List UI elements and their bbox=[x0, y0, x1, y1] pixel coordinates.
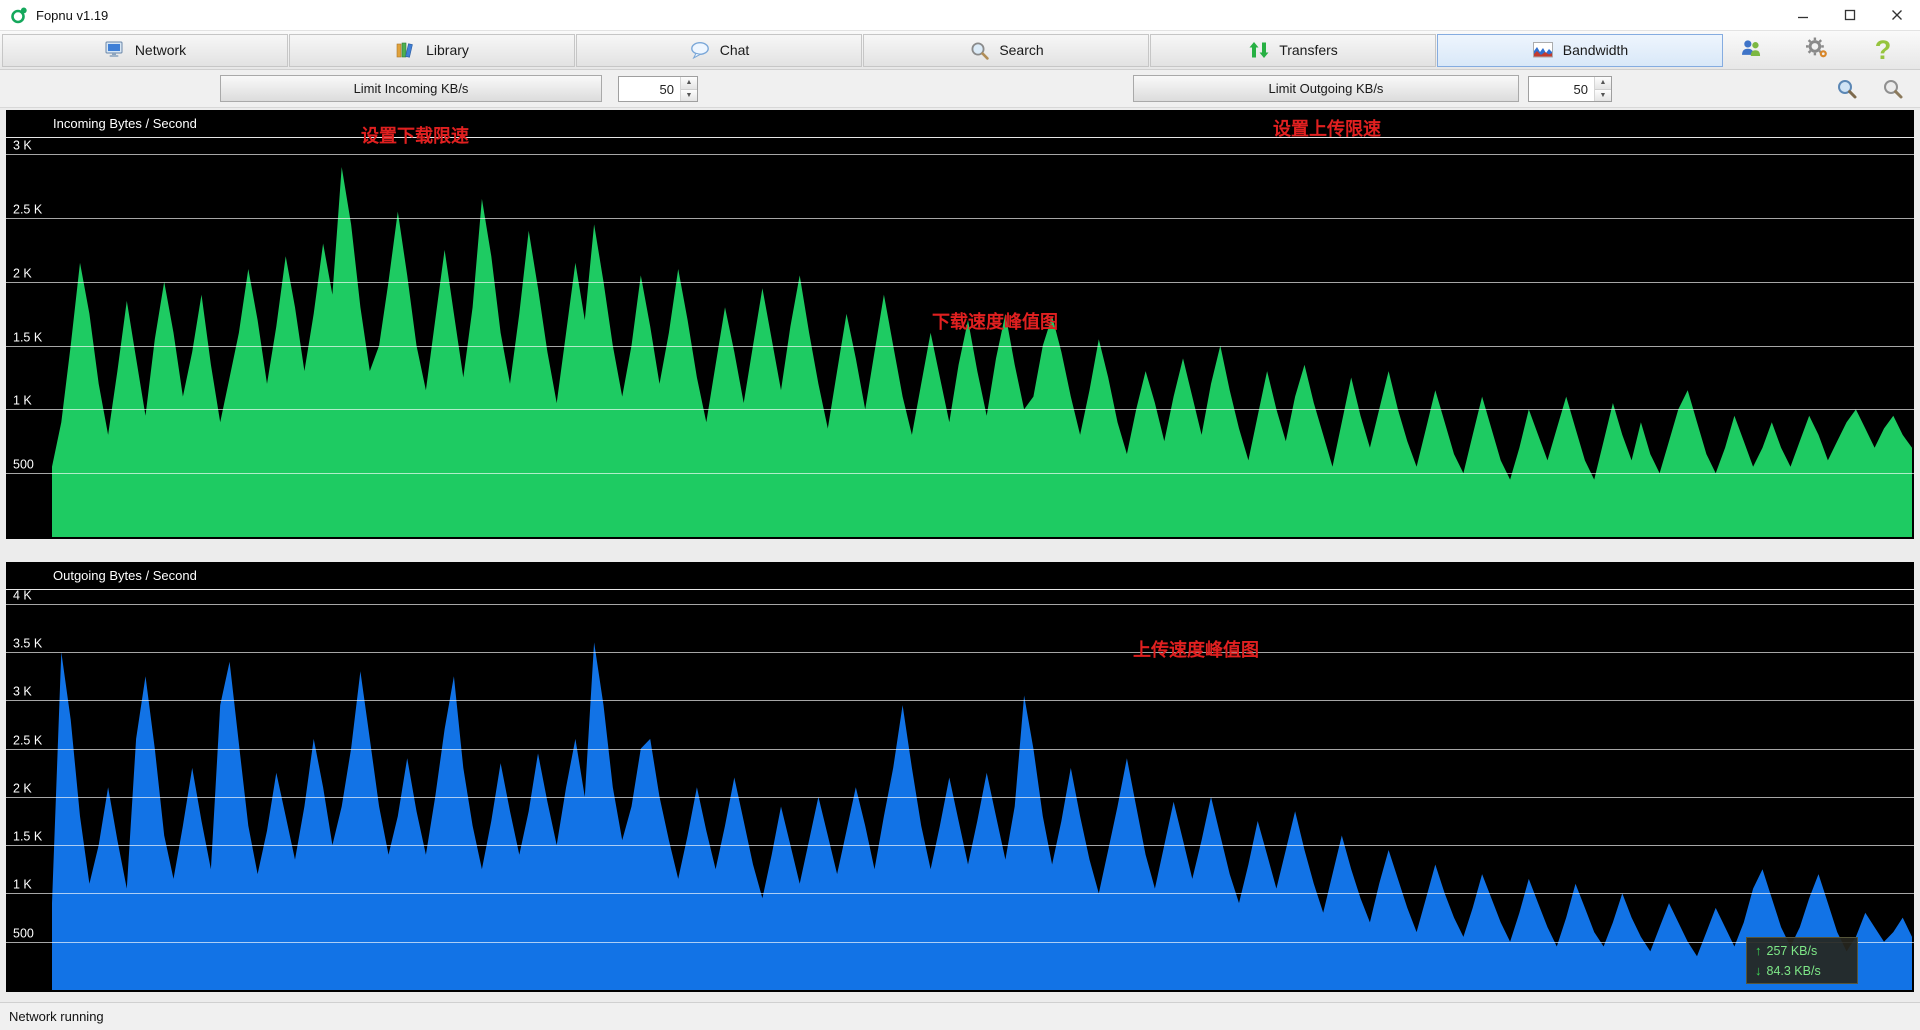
tab-chat-label: Chat bbox=[720, 42, 750, 58]
tab-bandwidth[interactable]: Bandwidth bbox=[1437, 34, 1723, 67]
tab-search[interactable]: Search bbox=[863, 34, 1149, 67]
current-rates-overlay: ↑ 257 KB/s ↓ 84.3 KB/s bbox=[1746, 937, 1858, 984]
svg-text:500: 500 bbox=[13, 927, 34, 941]
svg-text:4 K: 4 K bbox=[13, 589, 32, 603]
up-arrow-icon: ↑ bbox=[1755, 943, 1762, 958]
outgoing-limit-input[interactable] bbox=[1529, 77, 1594, 101]
upload-rate-value: 257 KB/s bbox=[1767, 944, 1818, 958]
outgoing-chart-svg: 4 K 3.5 K 3 K 2.5 K 2 K 1.5 K 1 K 500 bbox=[6, 562, 1914, 992]
status-text: Network running bbox=[9, 1009, 104, 1024]
incoming-limit-spinner: ▲ ▼ bbox=[618, 76, 698, 102]
annotation-set-upload-limit: 设置上传限速 bbox=[1273, 115, 1381, 141]
outgoing-bandwidth-chart[interactable]: Outgoing Bytes / Second 4 K 3.5 K 3 K 2.5 K… bbox=[6, 562, 1914, 992]
svg-text:2.5 K: 2.5 K bbox=[13, 203, 43, 217]
upload-rate-row: ↑ 257 KB/s bbox=[1755, 943, 1849, 958]
download-rate-value: 84.3 KB/s bbox=[1767, 964, 1821, 978]
outgoing-spin-buttons: ▲ ▼ bbox=[1594, 77, 1611, 101]
incoming-spin-down-button[interactable]: ▼ bbox=[681, 90, 697, 102]
network-icon bbox=[104, 40, 126, 60]
outgoing-spin-down-button[interactable]: ▼ bbox=[1595, 90, 1611, 102]
main-tab-bar: Network Library Chat Search bbox=[0, 31, 1920, 70]
bandwidth-icon bbox=[1532, 40, 1554, 60]
tab-transfers[interactable]: Transfers bbox=[1150, 34, 1436, 67]
svg-text:3.5 K: 3.5 K bbox=[13, 637, 43, 651]
zoom-in-button[interactable] bbox=[1832, 75, 1862, 103]
svg-text:1 K: 1 K bbox=[13, 394, 32, 408]
limit-outgoing-button[interactable]: Limit Outgoing KB/s bbox=[1133, 75, 1519, 102]
window-title: Fopnu v1.19 bbox=[36, 8, 108, 23]
svg-text:1.5 K: 1.5 K bbox=[13, 331, 43, 345]
svg-text:2.5 K: 2.5 K bbox=[13, 734, 43, 748]
download-rate-row: ↓ 84.3 KB/s bbox=[1755, 963, 1849, 978]
users-icon bbox=[1739, 38, 1763, 62]
settings-button[interactable] bbox=[1796, 34, 1838, 67]
tab-network[interactable]: Network bbox=[2, 34, 288, 67]
svg-text:500: 500 bbox=[13, 458, 34, 472]
library-icon bbox=[395, 40, 417, 60]
chat-icon bbox=[689, 40, 711, 60]
minimize-button[interactable] bbox=[1779, 0, 1826, 30]
incoming-chart-title: Incoming Bytes / Second bbox=[53, 116, 197, 131]
outgoing-spin-up-button[interactable]: ▲ bbox=[1595, 77, 1611, 90]
svg-text:1 K: 1 K bbox=[13, 878, 32, 892]
search-icon bbox=[968, 40, 990, 60]
annotation-set-download-limit: 设置下载限速 bbox=[361, 122, 469, 148]
incoming-limit-input[interactable] bbox=[619, 77, 680, 101]
tab-bandwidth-label: Bandwidth bbox=[1563, 42, 1628, 58]
outgoing-chart-title: Outgoing Bytes / Second bbox=[53, 568, 197, 583]
help-icon: ? bbox=[1875, 37, 1892, 64]
transfers-icon bbox=[1248, 40, 1270, 60]
users-button[interactable] bbox=[1730, 34, 1772, 67]
status-bar: Network running bbox=[0, 1002, 1920, 1030]
tab-search-label: Search bbox=[999, 42, 1043, 58]
title-bar: Fopnu v1.19 bbox=[0, 0, 1920, 31]
annotation-upload-peak-chart: 上传速度峰值图 bbox=[1133, 636, 1259, 662]
limit-incoming-button[interactable]: Limit Incoming KB/s bbox=[220, 75, 602, 102]
incoming-spin-up-button[interactable]: ▲ bbox=[681, 77, 697, 90]
fopnu-logo-icon bbox=[10, 6, 28, 24]
svg-text:3 K: 3 K bbox=[13, 139, 32, 153]
tab-library-label: Library bbox=[426, 42, 469, 58]
svg-text:3 K: 3 K bbox=[13, 685, 32, 699]
svg-text:2 K: 2 K bbox=[13, 782, 32, 796]
svg-text:1.5 K: 1.5 K bbox=[13, 830, 43, 844]
chart-zoom-buttons bbox=[1832, 75, 1908, 103]
down-arrow-icon: ↓ bbox=[1755, 963, 1762, 978]
limits-toolbar: Limit Incoming KB/s ▲ ▼ Limit Outgoing K… bbox=[0, 70, 1920, 108]
incoming-spin-buttons: ▲ ▼ bbox=[680, 77, 697, 101]
tab-network-label: Network bbox=[135, 42, 186, 58]
tab-transfers-label: Transfers bbox=[1279, 42, 1338, 58]
tab-chat[interactable]: Chat bbox=[576, 34, 862, 67]
help-button[interactable]: ? bbox=[1862, 34, 1904, 67]
svg-text:2 K: 2 K bbox=[13, 267, 32, 281]
annotation-download-peak-chart: 下载速度峰值图 bbox=[932, 308, 1058, 334]
close-button[interactable] bbox=[1873, 0, 1920, 30]
gear-icon bbox=[1805, 37, 1829, 64]
window-controls bbox=[1779, 0, 1920, 30]
tab-library[interactable]: Library bbox=[289, 34, 575, 67]
zoom-out-button[interactable] bbox=[1878, 75, 1908, 103]
maximize-button[interactable] bbox=[1826, 0, 1873, 30]
outgoing-limit-spinner: ▲ ▼ bbox=[1528, 76, 1612, 102]
toolbar-icon-buttons: ? bbox=[1730, 34, 1920, 67]
